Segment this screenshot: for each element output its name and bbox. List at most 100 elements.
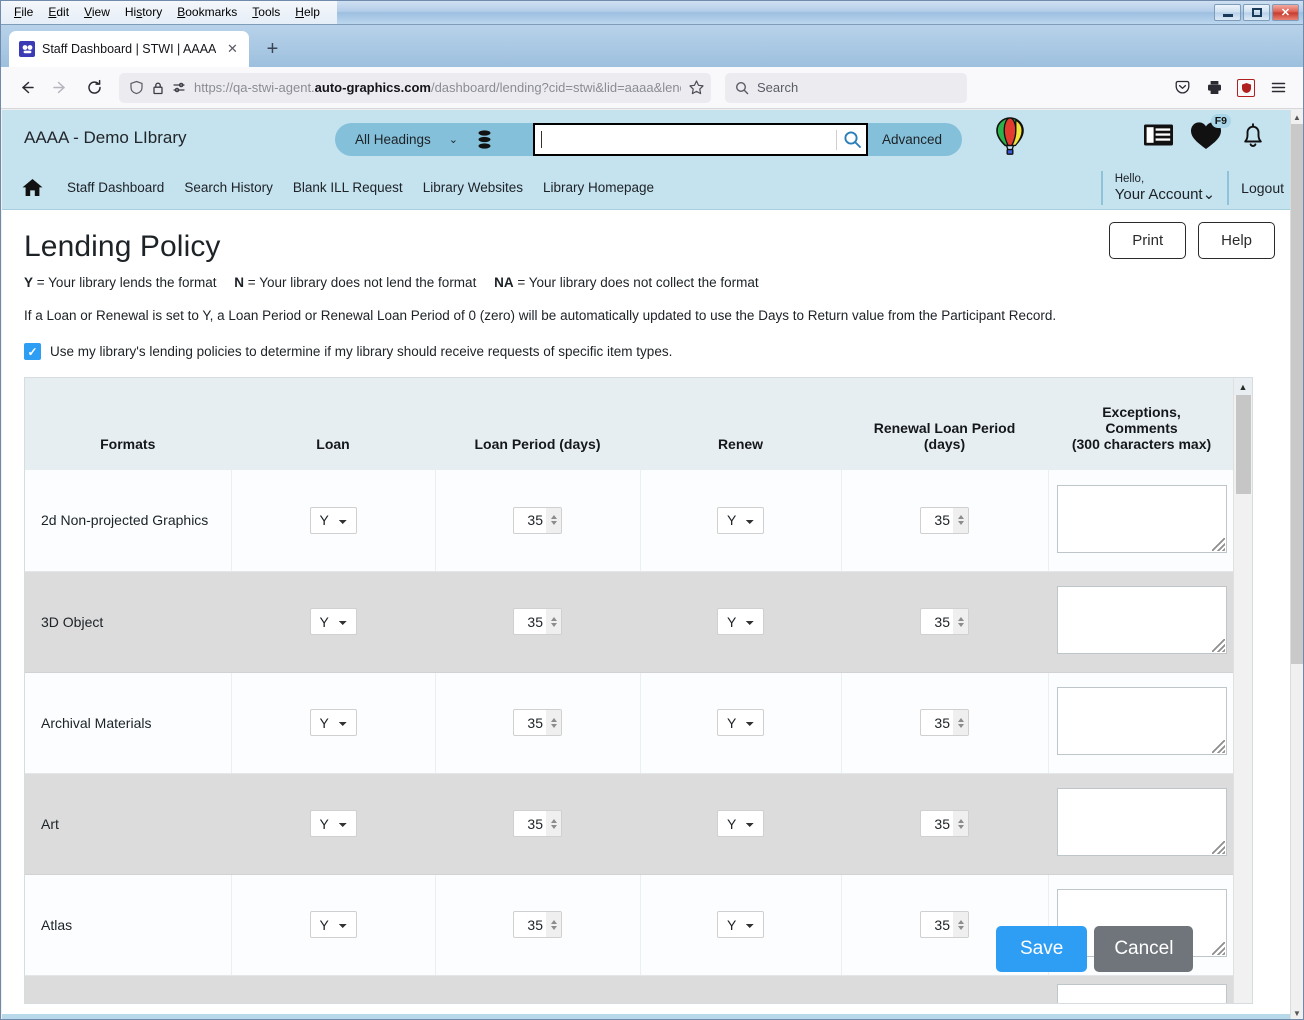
database-stack-icon[interactable] xyxy=(476,130,493,149)
menu-help[interactable]: Help xyxy=(288,2,327,23)
cell-renewal-period: 35 xyxy=(841,470,1049,572)
extension-icon[interactable] xyxy=(1231,73,1261,103)
print-button[interactable]: Print xyxy=(1109,222,1187,259)
stepper-arrows-icon[interactable] xyxy=(546,811,561,836)
table-scrollbar[interactable]: ▲ xyxy=(1233,378,1252,1003)
print-icon[interactable] xyxy=(1199,73,1229,103)
close-button[interactable]: ✕ xyxy=(1272,4,1299,21)
maximize-button[interactable] xyxy=(1243,4,1270,21)
hot-air-balloon-icon[interactable] xyxy=(993,116,1027,163)
loan-select[interactable]: Y xyxy=(309,911,357,938)
menu-view[interactable]: View xyxy=(77,2,117,23)
cancel-button[interactable]: Cancel xyxy=(1094,926,1194,972)
resize-handle-icon[interactable] xyxy=(1211,942,1225,955)
stepper-arrows-icon[interactable] xyxy=(953,609,968,634)
stepper-arrows-icon[interactable] xyxy=(953,507,968,533)
scroll-up-arrow-icon[interactable]: ▲ xyxy=(1291,110,1303,124)
comments-textarea[interactable] xyxy=(1056,484,1227,553)
favorites-icon-wrapper[interactable]: F9 xyxy=(1190,113,1231,155)
help-button[interactable]: Help xyxy=(1198,222,1275,259)
renewal-period-stepper[interactable]: 35 xyxy=(920,911,969,938)
new-tab-button[interactable]: + xyxy=(257,34,287,64)
nav-search-history[interactable]: Search History xyxy=(174,180,283,195)
permissions-icon[interactable] xyxy=(172,80,187,95)
search-scope-dropdown[interactable]: All Headings ⌄ xyxy=(335,123,533,156)
menu-tools[interactable]: Tools xyxy=(245,2,287,23)
renewal-period-stepper[interactable]: 35 xyxy=(920,709,969,736)
renewal-period-stepper[interactable]: 35 xyxy=(920,608,969,635)
menu-bookmarks[interactable]: Bookmarks xyxy=(170,2,244,23)
menu-history[interactable]: History xyxy=(118,2,169,23)
menu-edit[interactable]: Edit xyxy=(41,2,76,23)
advanced-search-button[interactable]: Advanced xyxy=(868,123,963,156)
divider xyxy=(836,129,837,150)
renewal-period-stepper[interactable]: 35 xyxy=(920,810,969,837)
scroll-down-arrow-icon[interactable]: ▼ xyxy=(1291,1006,1303,1019)
loan-period-stepper[interactable]: 35 xyxy=(513,709,562,736)
menu-file[interactable]: File xyxy=(7,2,40,23)
nav-library-websites[interactable]: Library Websites xyxy=(413,180,533,195)
loan-select[interactable]: Y xyxy=(309,608,357,635)
reload-icon[interactable] xyxy=(79,73,109,103)
stepper-arrows-icon[interactable] xyxy=(546,710,561,735)
comments-textarea[interactable] xyxy=(1056,586,1227,654)
back-icon[interactable] xyxy=(11,73,41,103)
scroll-up-arrow-icon[interactable]: ▲ xyxy=(1234,378,1252,395)
stepper-arrows-icon[interactable] xyxy=(546,609,561,634)
save-button[interactable]: Save xyxy=(996,926,1088,972)
cell-loan-period xyxy=(435,975,640,1003)
nav-staff-dashboard[interactable]: Staff Dashboard xyxy=(57,180,174,195)
browser-tab[interactable]: Staff Dashboard | STWI | AAAA ✕ xyxy=(9,31,250,67)
bookmark-star-icon[interactable] xyxy=(688,79,705,96)
hamburger-menu-icon[interactable] xyxy=(1263,73,1293,103)
renew-select[interactable]: Y xyxy=(717,608,764,635)
resize-handle-icon[interactable] xyxy=(1211,639,1225,652)
resize-handle-icon[interactable] xyxy=(1211,740,1225,753)
logout-link[interactable]: Logout xyxy=(1241,171,1284,205)
resize-handle-icon[interactable] xyxy=(1211,841,1225,854)
bell-icon[interactable] xyxy=(1238,120,1268,155)
list-view-icon[interactable] xyxy=(1143,123,1174,152)
text-caret xyxy=(541,131,542,148)
minimize-button[interactable] xyxy=(1214,4,1241,21)
stepper-arrows-icon[interactable] xyxy=(546,507,561,533)
home-icon[interactable] xyxy=(22,178,43,197)
loan-period-stepper[interactable]: 35 xyxy=(513,810,562,837)
tab-close-icon[interactable]: ✕ xyxy=(223,40,241,58)
browser-search-bar[interactable]: Search xyxy=(725,72,967,103)
lending-policy-checkbox[interactable]: ✓ xyxy=(24,343,41,360)
forward-icon[interactable] xyxy=(45,73,75,103)
url-bar[interactable]: https://qa-stwi-agent.auto-graphics.com/… xyxy=(119,72,711,103)
renew-select[interactable]: Y xyxy=(717,709,764,736)
search-input[interactable] xyxy=(533,123,868,156)
stepper-arrows-icon[interactable] xyxy=(953,912,968,937)
renew-select[interactable]: Y xyxy=(717,911,764,938)
loan-select[interactable]: Y xyxy=(309,709,357,736)
stepper-arrows-icon[interactable] xyxy=(546,912,561,937)
resize-handle-icon[interactable] xyxy=(1211,537,1225,551)
renewal-period-stepper[interactable]: 35 xyxy=(920,506,969,534)
shield-icon[interactable] xyxy=(129,80,144,95)
loan-period-stepper[interactable]: 35 xyxy=(513,911,562,938)
pocket-icon[interactable] xyxy=(1167,73,1197,103)
scrollbar-thumb[interactable] xyxy=(1291,124,1303,664)
comments-textarea[interactable] xyxy=(1056,983,1227,1003)
renew-select[interactable]: Y xyxy=(717,810,764,837)
account-menu[interactable]: Hello, Your Account⌄ xyxy=(1115,171,1215,205)
scrollbar-thumb[interactable] xyxy=(1236,395,1251,494)
lock-icon[interactable] xyxy=(151,81,165,95)
nav-blank-ill-request[interactable]: Blank ILL Request xyxy=(283,180,413,195)
loan-period-stepper[interactable]: 35 xyxy=(513,506,562,534)
loan-period-stepper[interactable]: 35 xyxy=(513,608,562,635)
loan-select[interactable]: Y xyxy=(309,810,357,837)
comments-textarea[interactable] xyxy=(1056,687,1227,755)
nav-library-homepage[interactable]: Library Homepage xyxy=(533,180,664,195)
stepper-arrows-icon[interactable] xyxy=(953,710,968,735)
comments-textarea[interactable] xyxy=(1056,788,1227,856)
loan-select[interactable]: Y xyxy=(309,506,357,534)
title-bar-drag-area[interactable] xyxy=(337,1,1214,24)
stepper-arrows-icon[interactable] xyxy=(953,811,968,836)
renew-select[interactable]: Y xyxy=(717,506,764,534)
search-submit-icon[interactable] xyxy=(843,130,862,149)
page-scrollbar[interactable]: ▲ ▼ xyxy=(1290,110,1303,1019)
